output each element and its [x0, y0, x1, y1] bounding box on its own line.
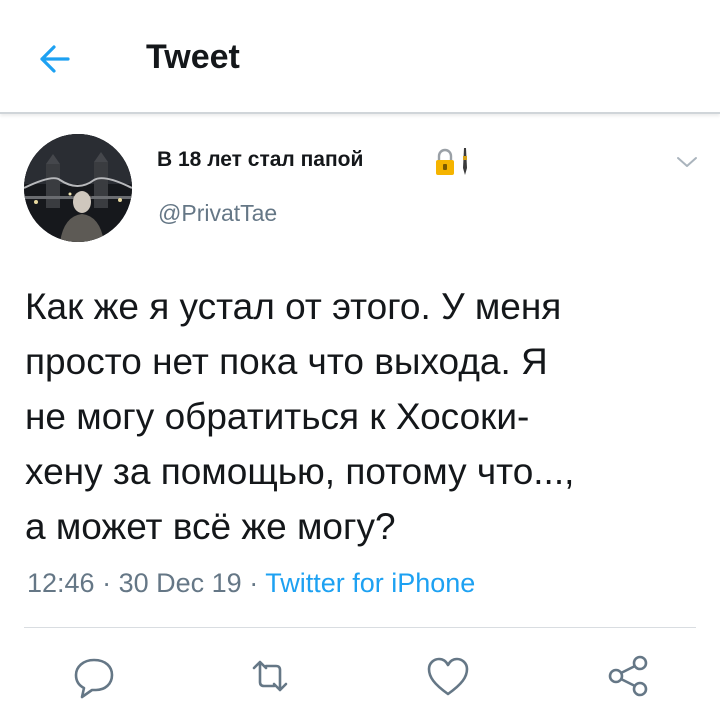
arrow-left-icon	[40, 45, 70, 73]
locked-with-pen-icon	[434, 146, 474, 178]
meta-separator: ·	[102, 568, 112, 598]
tweet-time: 12:46	[27, 568, 95, 598]
retweet-icon	[252, 660, 288, 692]
heart-icon	[427, 657, 469, 696]
tweet-date: 30 Dec 19	[118, 568, 242, 598]
retweet-button[interactable]	[242, 648, 298, 704]
share-button[interactable]	[600, 648, 656, 704]
like-button[interactable]	[420, 648, 476, 704]
chevron-down-icon	[677, 157, 697, 167]
meta-separator: ·	[249, 568, 259, 598]
user-handle[interactable]: @PrivatTae	[158, 200, 277, 227]
tweet-meta: 12:46 · 30 Dec 19 · Twitter for iPhone	[27, 568, 475, 599]
divider	[24, 627, 696, 628]
avatar[interactable]	[24, 134, 132, 242]
tweet-text: Как же я устал от этого. У меня просто н…	[25, 286, 575, 547]
share-icon	[608, 655, 648, 697]
top-bar: Tweet	[0, 0, 720, 114]
tweet-source-link[interactable]: Twitter for iPhone	[265, 568, 475, 598]
tweet-options-button[interactable]	[672, 152, 702, 172]
reply-button[interactable]	[66, 648, 122, 704]
back-button[interactable]	[28, 36, 84, 82]
display-name[interactable]: В 18 лет стал папой	[157, 148, 363, 172]
reply-icon	[74, 658, 114, 699]
page-title: Tweet	[146, 38, 240, 76]
